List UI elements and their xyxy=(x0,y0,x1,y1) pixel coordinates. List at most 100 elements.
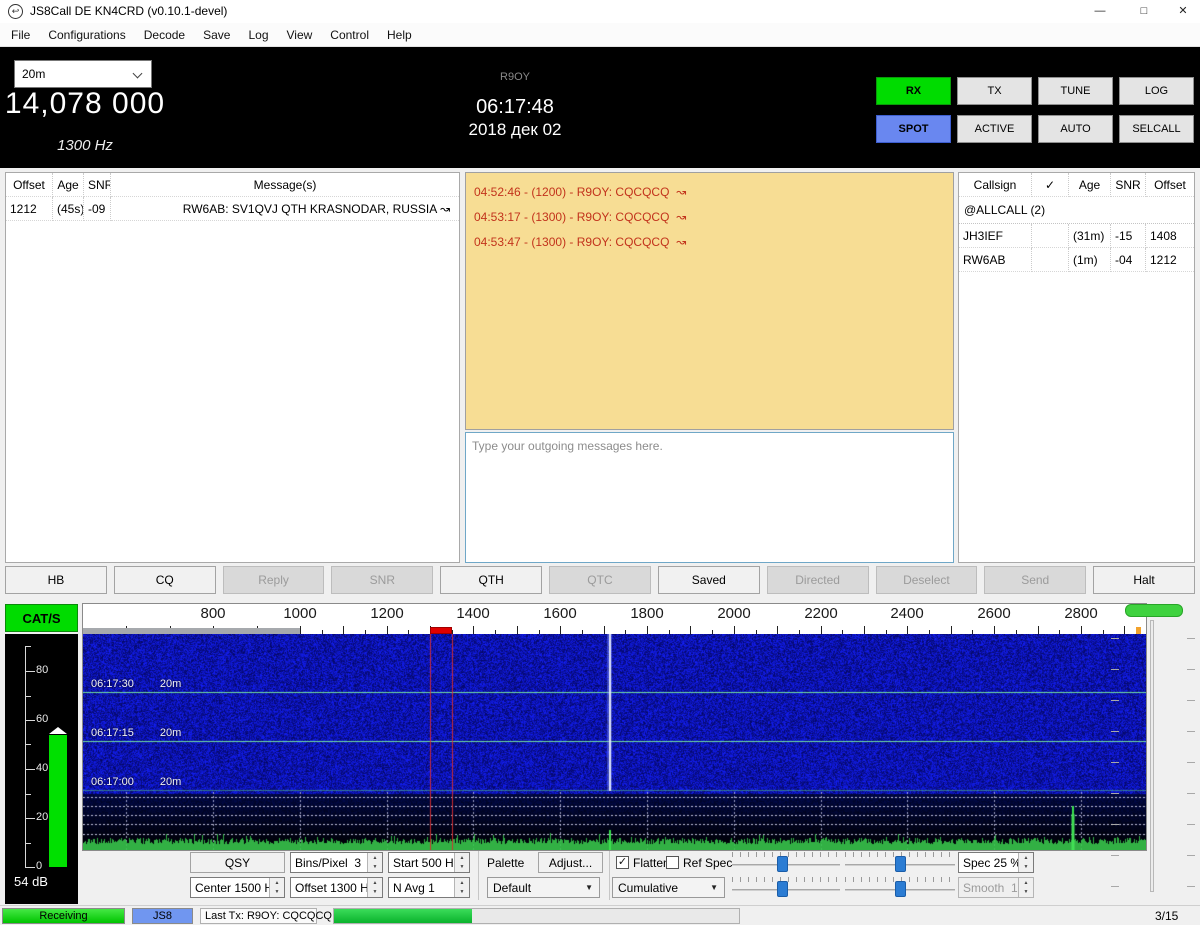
col-age: Age xyxy=(53,173,84,197)
waterfall-timestamp: 06:17:15 20m xyxy=(91,727,181,739)
palette-adjust-button[interactable]: Adjust... xyxy=(538,852,603,873)
flatten-checkbox[interactable]: ✓ Flatten xyxy=(616,855,670,870)
close-icon[interactable]: ✕ xyxy=(1166,0,1200,23)
menu-file[interactable]: File xyxy=(2,23,39,47)
bins-per-pixel-spinner[interactable]: Bins/Pixel 3 ▲ ▼ xyxy=(290,852,383,873)
frequency-scale[interactable]: 800 1000 1200 1400 1600 1800 2000 2200 2400 2600 2… xyxy=(83,604,1146,634)
palette-select[interactable]: Default ▼ xyxy=(487,877,600,898)
outgoing-message-input[interactable] xyxy=(466,433,953,562)
slider-handle[interactable] xyxy=(777,856,788,872)
status-state-badge: Receiving xyxy=(2,908,125,924)
directed-button: Directed xyxy=(767,566,869,594)
band-select[interactable]: 20m xyxy=(14,60,152,88)
band-activity-table[interactable]: Offset Age SNR Message(s) 1212 (45s) -09… xyxy=(5,172,460,563)
center-hz-spinner[interactable]: Center 1500 Hz ▲▼ xyxy=(190,877,285,898)
col-callsign: Callsign xyxy=(959,173,1032,197)
spin-down-icon: ▼ xyxy=(368,888,382,898)
table-row[interactable]: 1212 (45s) -09 RW6AB: SV1QVJ QTH KRASNOD… xyxy=(6,197,459,221)
compose-box xyxy=(465,432,954,563)
menu-log[interactable]: Log xyxy=(239,23,277,47)
menu-bar: File Configurations Decode Save Log View… xyxy=(0,23,1200,47)
action-button-row: HB CQ Reply SNR QTH QTC Saved Directed Deselect S… xyxy=(5,566,1195,594)
rx-button[interactable]: RX xyxy=(876,77,951,105)
log-button[interactable]: LOG xyxy=(1119,77,1194,105)
tx-offset-display: 1300 Hz xyxy=(0,137,170,154)
menu-help[interactable]: Help xyxy=(378,23,421,47)
cell-message: RW6AB: SV1QVJ QTH KRASNODAR, RUSSIA ↝ xyxy=(111,197,459,221)
rx-message: 04:53:47 - (1300) - R9OY: CQCQCQ ↝ xyxy=(474,230,945,255)
cell-check xyxy=(1032,248,1069,272)
qth-button[interactable]: QTH xyxy=(440,566,542,594)
tune-button[interactable]: TUNE xyxy=(1038,77,1113,105)
spin-down-icon: ▼ xyxy=(455,863,469,873)
slider-handle[interactable] xyxy=(777,881,788,897)
table-row[interactable]: JH3IEF (31m) -15 1408 xyxy=(959,224,1194,248)
cell-snr: -04 xyxy=(1111,248,1146,272)
meter-tick xyxy=(26,794,31,795)
scale-tick xyxy=(473,626,474,634)
n-avg-spinner[interactable]: N Avg 1 ▲ ▼ xyxy=(388,877,470,898)
decode-counter: 3/15 xyxy=(1155,909,1178,923)
offset-selection-marker[interactable] xyxy=(430,627,452,634)
slider-handle[interactable] xyxy=(895,881,906,897)
slider-handle[interactable] xyxy=(895,856,906,872)
halt-button[interactable]: Halt xyxy=(1093,566,1195,594)
spec-percent-spinner[interactable]: Spec 25 % ▲ ▼ xyxy=(958,852,1034,873)
cq-button[interactable]: CQ xyxy=(114,566,216,594)
minimize-icon[interactable]: — xyxy=(1078,0,1122,23)
waterfall-timestamp: 06:17:30 20m xyxy=(91,678,181,690)
maximize-icon[interactable]: □ xyxy=(1122,0,1166,23)
start-hz-spinner[interactable]: Start 500 Hz ▲ ▼ xyxy=(388,852,470,873)
menu-control[interactable]: Control xyxy=(321,23,378,47)
selcall-button[interactable]: SELCALL xyxy=(1119,115,1194,143)
tx-progress-bar xyxy=(333,908,740,924)
spin-down-icon: ▼ xyxy=(455,888,469,898)
slider-tick xyxy=(1111,700,1119,701)
frequency-display[interactable]: 14,078 000 xyxy=(0,87,170,121)
rx-message: 04:52:46 - (1200) - R9OY: CQCQCQ ↝ xyxy=(474,180,945,205)
freq-label: 2200 xyxy=(804,605,837,622)
js8call-window: ↩ JS8Call DE KN4CRD (v0.10.1-devel) — □ … xyxy=(0,0,1200,925)
qsy-button[interactable]: QSY xyxy=(190,852,285,873)
menu-decode[interactable]: Decode xyxy=(135,23,194,47)
col-snr: SNR xyxy=(84,173,111,197)
slider-tick xyxy=(1187,824,1195,825)
cell-callsign: RW6AB xyxy=(959,248,1032,272)
col-offset: Offset xyxy=(1146,173,1194,197)
status-mode-badge: JS8 xyxy=(132,908,193,924)
menu-view[interactable]: View xyxy=(278,23,322,47)
utc-time: 06:17:48 xyxy=(415,96,615,119)
freq-label: 1000 xyxy=(283,605,316,622)
band-value: 20m xyxy=(22,67,45,81)
hb-button[interactable]: HB xyxy=(5,566,107,594)
table-row[interactable]: RW6AB (1m) -04 1212 xyxy=(959,248,1194,272)
ref-spec-checkbox[interactable]: Ref Spec xyxy=(666,855,732,870)
meter-tick xyxy=(26,843,31,844)
scale-tick xyxy=(300,626,301,634)
spectrum-mode-select[interactable]: Cumulative ▼ xyxy=(612,877,725,898)
call-activity-table[interactable]: Callsign ✓ Age SNR Offset @ALLCALL (2) J… xyxy=(958,172,1195,563)
spin-up-icon: ▲ xyxy=(368,853,382,863)
meter-tick xyxy=(26,696,31,697)
freq-label: 1600 xyxy=(543,605,576,622)
slider-tick xyxy=(1187,669,1195,670)
active-button[interactable]: ACTIVE xyxy=(957,115,1032,143)
offset-hz-spinner[interactable]: Offset 1300 Hz ▲ ▼ xyxy=(290,877,383,898)
allcall-group-row[interactable]: @ALLCALL (2) xyxy=(959,197,1194,224)
tx-button[interactable]: TX xyxy=(957,77,1032,105)
menu-save[interactable]: Save xyxy=(194,23,239,47)
palette-label: Palette xyxy=(487,856,524,870)
scale-tick xyxy=(734,626,735,634)
slider-handle[interactable] xyxy=(1125,604,1183,617)
saved-button[interactable]: Saved xyxy=(658,566,760,594)
scale-tick xyxy=(951,626,952,634)
spot-button[interactable]: SPOT xyxy=(876,115,951,143)
freq-label: 2000 xyxy=(717,605,750,622)
cat-status-button[interactable]: CAT/S xyxy=(5,604,78,632)
menu-configurations[interactable]: Configurations xyxy=(39,23,134,47)
rx-message-panel[interactable]: 04:52:46 - (1200) - R9OY: CQCQCQ ↝ 04:53… xyxy=(465,172,954,430)
meter-tick xyxy=(26,646,31,647)
waterfall-canvas[interactable] xyxy=(83,634,1146,850)
auto-button[interactable]: AUTO xyxy=(1038,115,1113,143)
signal-meter: 80 60 40 20 0 54 dB xyxy=(5,634,78,904)
